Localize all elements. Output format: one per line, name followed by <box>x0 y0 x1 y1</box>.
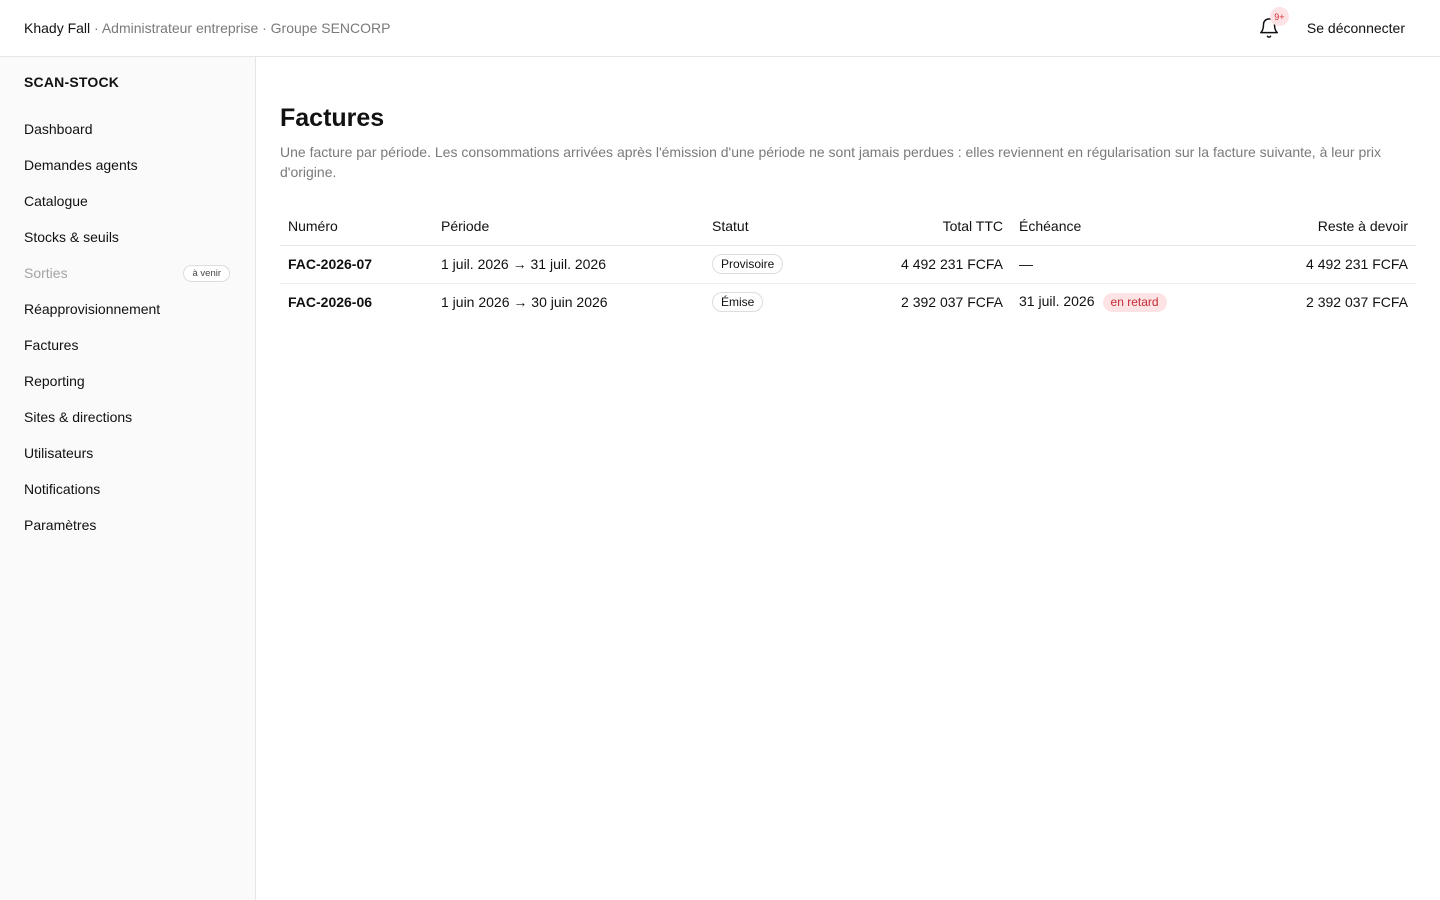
top-actions: 9+ Se déconnecter <box>1257 7 1405 40</box>
sidebar-item-demandes-agents[interactable]: Demandes agents <box>0 147 255 183</box>
logout-button[interactable]: Se déconnecter <box>1307 20 1405 36</box>
sidebar-item-utilisateurs[interactable]: Utilisateurs <box>0 435 255 471</box>
notification-count-badge: 9+ <box>1269 7 1289 26</box>
invoice-due-date: — <box>1019 256 1033 272</box>
invoice-period: 1 juil. 2026 → 31 juil. 2026 <box>433 245 704 284</box>
sidebar-item-label: Factures <box>24 337 79 353</box>
sidebar-item-label: Dashboard <box>24 121 93 137</box>
column-header-status: Statut <box>704 207 820 246</box>
column-header-period: Période <box>433 207 704 246</box>
sidebar-nav: Dashboard Demandes agents Catalogue Stoc… <box>0 111 255 543</box>
column-header-remaining: Reste à devoir <box>1251 207 1416 246</box>
invoice-due-cell: — <box>1011 245 1251 284</box>
table-row[interactable]: FAC-2026-07 1 juil. 2026 → 31 juil. 2026… <box>280 245 1416 284</box>
sidebar-item-reapprovisionnement[interactable]: Réapprovisionnement <box>0 291 255 327</box>
column-header-total: Total TTC <box>820 207 1011 246</box>
invoice-due-date: 31 juil. 2026 <box>1019 292 1095 309</box>
invoice-total: 4 492 231 FCFA <box>820 245 1011 284</box>
sidebar-item-parametres[interactable]: Paramètres <box>0 507 255 543</box>
sidebar-item-label: Reporting <box>24 373 85 389</box>
sidebar-item-notifications[interactable]: Notifications <box>0 471 255 507</box>
brand-logo: SCAN-STOCK <box>24 74 120 90</box>
sidebar-item-label: Sites & directions <box>24 409 133 425</box>
user-context: · Administrateur entreprise · Groupe SEN… <box>90 20 391 36</box>
sidebar-item-label: Paramètres <box>24 517 97 533</box>
sidebar-item-label: Stocks & seuils <box>24 229 119 245</box>
invoice-number[interactable]: FAC-2026-06 <box>280 283 433 321</box>
invoice-remaining: 4 492 231 FCFA <box>1251 245 1416 284</box>
page-description: Une facture par période. Les consommatio… <box>280 144 1382 180</box>
page-title: Factures <box>280 104 385 132</box>
status-badge: Émise <box>712 292 764 313</box>
status-badge: Provisoire <box>712 254 784 274</box>
sidebar-item-label: Demandes agents <box>24 157 138 173</box>
column-header-number: Numéro <box>280 207 433 246</box>
invoice-status-cell: Provisoire <box>704 245 820 284</box>
invoice-due-cell: 31 juil. 2026 en retard <box>1011 283 1251 321</box>
sidebar-item-stocks-seuils[interactable]: Stocks & seuils <box>0 219 255 255</box>
coming-soon-badge: à venir <box>183 264 230 282</box>
sidebar-item-factures[interactable]: Factures <box>0 327 255 363</box>
column-header-due-date: Échéance <box>1011 207 1251 246</box>
sidebar-item-label: Sorties <box>24 265 68 281</box>
invoices-table: Numéro Période Statut Total TTC Échéance… <box>280 207 1416 321</box>
sidebar-item-reporting[interactable]: Reporting <box>0 363 255 399</box>
top-bar: Khady Fall · Administrateur entreprise ·… <box>0 0 1440 57</box>
sidebar-item-label: Réapprovisionnement <box>24 301 161 317</box>
sidebar: SCAN-STOCK Dashboard Demandes agents Cat… <box>0 57 256 900</box>
sidebar-item-sorties: Sorties à venir <box>0 255 255 291</box>
invoice-total: 2 392 037 FCFA <box>901 294 1003 311</box>
sidebar-item-label: Notifications <box>24 481 101 497</box>
sidebar-item-dashboard[interactable]: Dashboard <box>0 111 255 147</box>
invoice-number[interactable]: FAC-2026-07 <box>280 245 433 284</box>
sidebar-item-label: Utilisateurs <box>24 445 94 461</box>
user-info: Khady Fall · Administrateur entreprise ·… <box>24 20 391 36</box>
table-row[interactable]: FAC-2026-06 1 juin 2026 → 30 juin 2026 É… <box>280 283 1416 321</box>
sidebar-item-label: Catalogue <box>24 193 88 209</box>
table-header-row: Numéro Période Statut Total TTC Échéance… <box>280 207 1416 246</box>
notifications-button[interactable]: 9+ <box>1257 7 1289 40</box>
late-badge: en retard <box>1102 292 1167 312</box>
user-name: Khady Fall <box>24 20 91 36</box>
invoice-period: 1 juin 2026 → 30 juin 2026 <box>441 294 608 311</box>
sidebar-item-sites-directions[interactable]: Sites & directions <box>0 399 255 435</box>
invoice-status-cell: Émise <box>704 283 820 321</box>
invoice-remaining: 2 392 037 FCFA <box>1306 294 1408 311</box>
sidebar-item-catalogue[interactable]: Catalogue <box>0 183 255 219</box>
